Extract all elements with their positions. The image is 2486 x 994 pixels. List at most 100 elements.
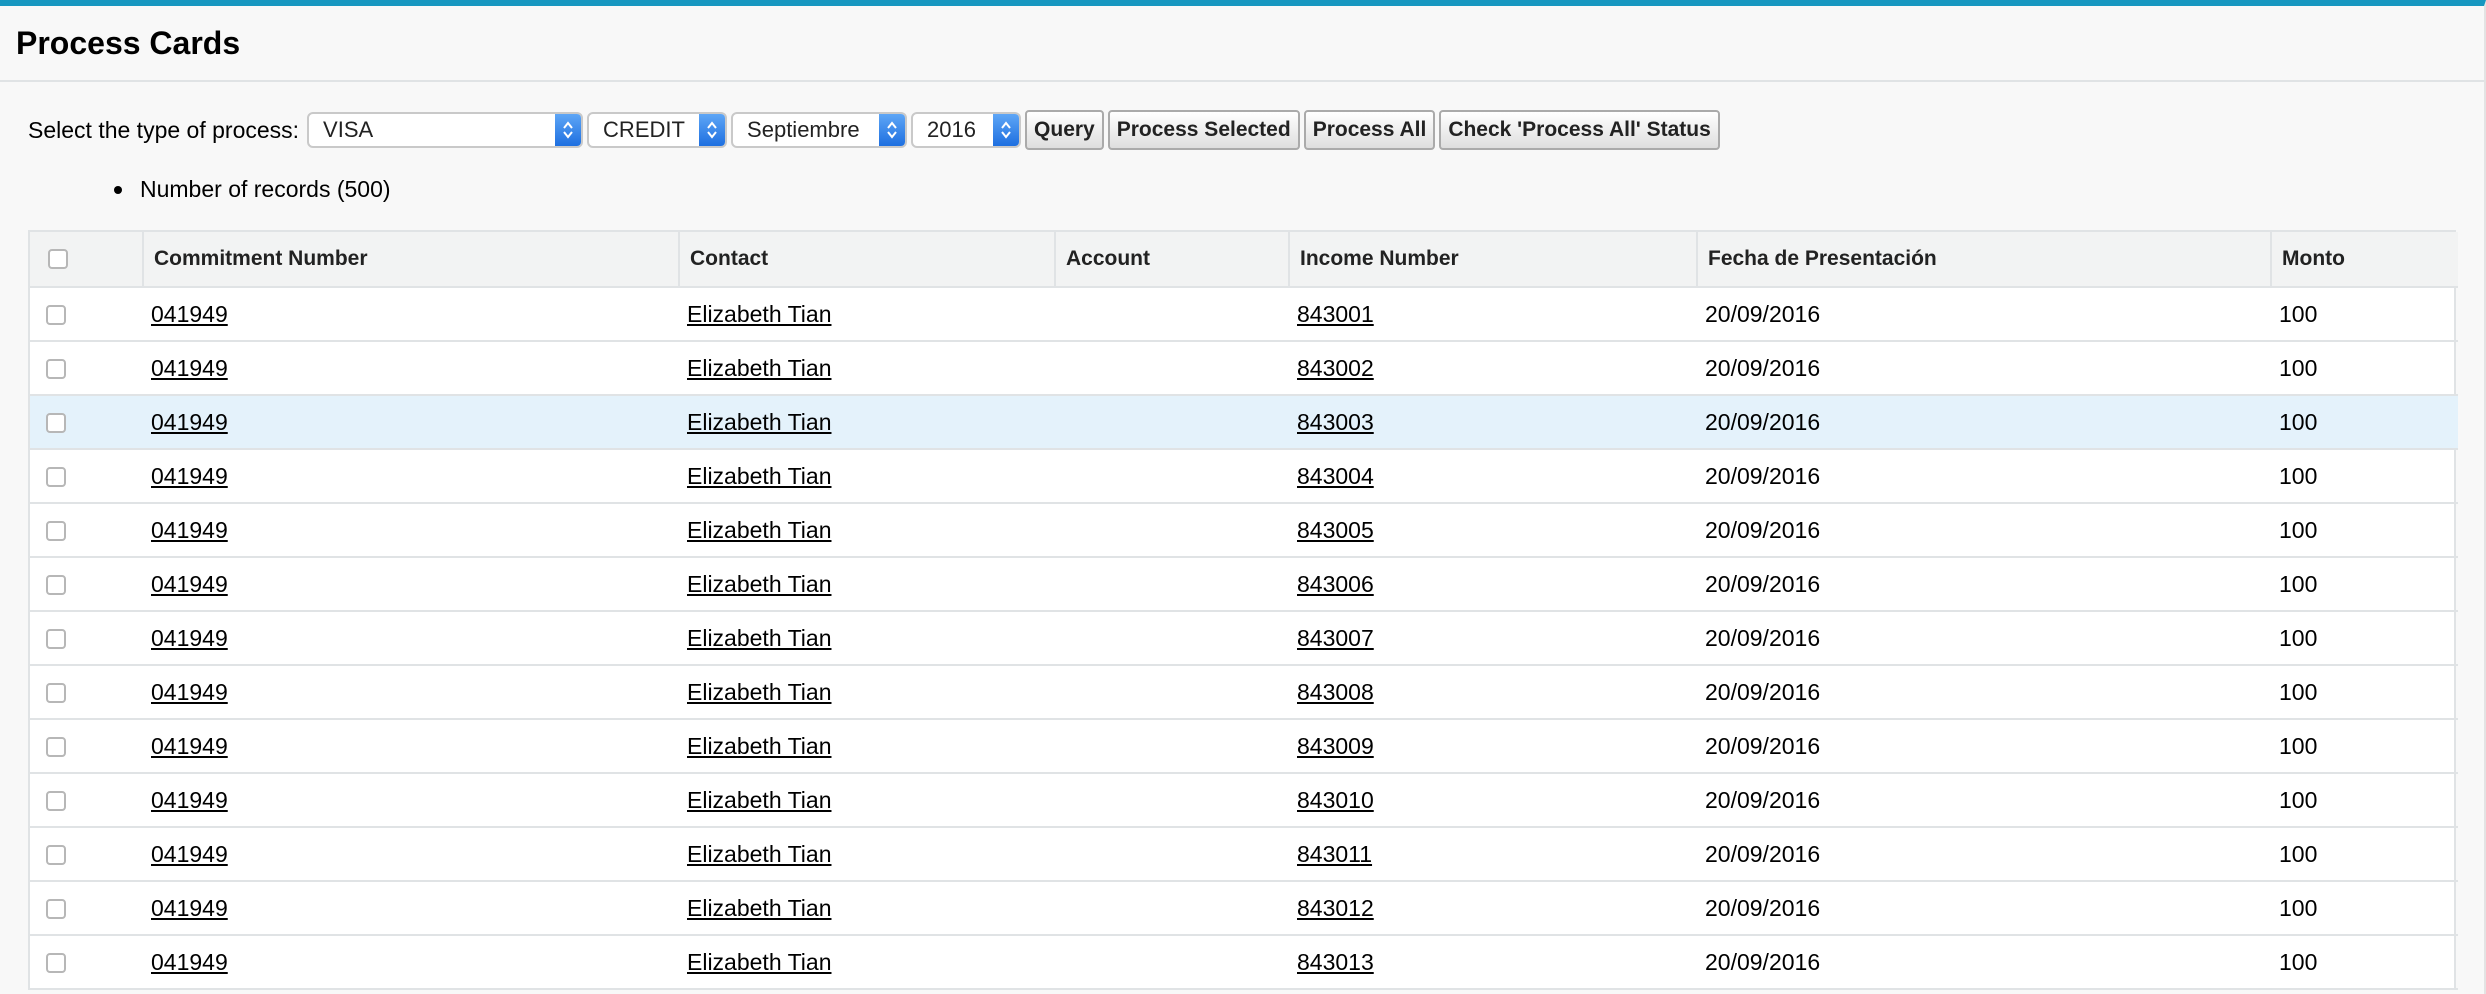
row-checkbox[interactable]	[46, 845, 66, 866]
commitment-cell: 041949	[143, 557, 679, 612]
monto-cell: 100	[2271, 503, 2458, 558]
row-checkbox[interactable]	[46, 953, 66, 974]
income-link[interactable]: 843002	[1297, 355, 1374, 381]
row-checkbox[interactable]	[46, 899, 66, 920]
row-checkbox[interactable]	[46, 575, 66, 596]
monto-cell: 100	[2271, 341, 2458, 396]
income-link[interactable]: 843011	[1297, 841, 1372, 867]
contact-link[interactable]: Elizabeth Tian	[687, 355, 831, 381]
commitment-link[interactable]: 041949	[151, 409, 228, 435]
income-link[interactable]: 843012	[1297, 895, 1374, 921]
commitment-link[interactable]: 041949	[151, 355, 228, 381]
account-cell	[1055, 665, 1289, 720]
income-link[interactable]: 843003	[1297, 409, 1374, 435]
income-link[interactable]: 843005	[1297, 517, 1374, 543]
row-checkbox[interactable]	[46, 791, 66, 812]
month-select[interactable]: Septiembre	[731, 112, 908, 148]
commitment-link[interactable]: 041949	[151, 841, 228, 867]
commitment-link[interactable]: 041949	[151, 517, 228, 543]
row-checkbox[interactable]	[46, 683, 66, 704]
income-cell: 843008	[1289, 665, 1697, 720]
income-link[interactable]: 843007	[1297, 625, 1374, 651]
row-select-cell	[30, 503, 143, 558]
commitment-link[interactable]: 041949	[151, 895, 228, 921]
income-cell: 843003	[1289, 395, 1697, 450]
monto-cell: 100	[2271, 287, 2458, 342]
income-link[interactable]: 843006	[1297, 571, 1374, 597]
commitment-link[interactable]: 041949	[151, 679, 228, 705]
row-checkbox[interactable]	[46, 305, 66, 326]
table-row: 041949 Elizabeth Tian 843005 20/09/2016 …	[30, 503, 2458, 558]
column-header-fecha[interactable]: Fecha de Presentación	[1697, 232, 2272, 288]
commitment-cell: 041949	[143, 665, 679, 720]
account-cell	[1055, 341, 1289, 396]
transaction-type-select[interactable]: CREDIT	[587, 112, 728, 148]
card-type-select[interactable]: VISA	[307, 112, 584, 148]
row-checkbox[interactable]	[46, 629, 66, 650]
contact-link[interactable]: Elizabeth Tian	[687, 625, 831, 651]
query-button[interactable]: Query	[1025, 110, 1104, 150]
column-header-monto[interactable]: Monto	[2271, 232, 2458, 288]
fecha-cell: 20/09/2016	[1697, 395, 2271, 450]
commitment-cell: 041949	[143, 773, 679, 828]
row-checkbox[interactable]	[46, 521, 66, 542]
contact-link[interactable]: Elizabeth Tian	[687, 463, 831, 489]
commitment-link[interactable]: 041949	[151, 949, 228, 975]
contact-link[interactable]: Elizabeth Tian	[687, 733, 831, 759]
table-row: 041949 Elizabeth Tian 843002 20/09/2016 …	[30, 341, 2458, 396]
commitment-link[interactable]: 041949	[151, 571, 228, 597]
records-count-label: Number of records (500)	[140, 176, 391, 202]
account-cell	[1055, 287, 1289, 342]
contact-link[interactable]: Elizabeth Tian	[687, 949, 831, 975]
row-checkbox[interactable]	[46, 467, 66, 488]
contact-link[interactable]: Elizabeth Tian	[687, 679, 831, 705]
commitment-link[interactable]: 041949	[151, 733, 228, 759]
account-cell	[1055, 395, 1289, 450]
row-select-cell	[30, 287, 143, 342]
check-status-button[interactable]: Check 'Process All' Status	[1439, 110, 1720, 150]
contact-cell: Elizabeth Tian	[679, 665, 1055, 720]
commitment-link[interactable]: 041949	[151, 625, 228, 651]
income-link[interactable]: 843008	[1297, 679, 1374, 705]
contact-link[interactable]: Elizabeth Tian	[687, 517, 831, 543]
commitment-link[interactable]: 041949	[151, 787, 228, 813]
contact-link[interactable]: Elizabeth Tian	[687, 787, 831, 813]
income-link[interactable]: 843001	[1297, 301, 1374, 327]
year-select[interactable]: 2016	[911, 112, 1022, 148]
commitment-link[interactable]: 041949	[151, 301, 228, 327]
select-all-checkbox[interactable]	[48, 249, 68, 270]
row-checkbox[interactable]	[46, 413, 66, 434]
contact-link[interactable]: Elizabeth Tian	[687, 301, 831, 327]
column-header-income[interactable]: Income Number	[1289, 232, 1698, 288]
column-header-commitment[interactable]: Commitment Number	[143, 232, 680, 288]
commitment-cell: 041949	[143, 503, 679, 558]
contact-link[interactable]: Elizabeth Tian	[687, 895, 831, 921]
income-link[interactable]: 843004	[1297, 463, 1374, 489]
row-checkbox[interactable]	[46, 737, 66, 758]
account-cell	[1055, 719, 1289, 774]
row-checkbox[interactable]	[46, 359, 66, 380]
year-value: 2016	[927, 117, 976, 142]
process-all-button[interactable]: Process All	[1303, 110, 1436, 150]
column-header-contact[interactable]: Contact	[679, 232, 1056, 288]
fecha-cell: 20/09/2016	[1697, 611, 2271, 666]
row-select-cell	[30, 719, 143, 774]
process-selected-button[interactable]: Process Selected	[1107, 110, 1300, 150]
monto-cell: 100	[2271, 827, 2458, 882]
contact-cell: Elizabeth Tian	[679, 827, 1055, 882]
select-all-header	[30, 232, 144, 288]
contact-link[interactable]: Elizabeth Tian	[687, 571, 831, 597]
contact-link[interactable]: Elizabeth Tian	[687, 409, 831, 435]
fecha-cell: 20/09/2016	[1697, 773, 2271, 828]
contact-link[interactable]: Elizabeth Tian	[687, 841, 831, 867]
commitment-cell: 041949	[143, 287, 679, 342]
column-header-account[interactable]: Account	[1055, 232, 1290, 288]
income-link[interactable]: 843013	[1297, 949, 1374, 975]
income-link[interactable]: 843009	[1297, 733, 1374, 759]
table-row: 041949 Elizabeth Tian 843009 20/09/2016 …	[30, 719, 2458, 774]
row-select-cell	[30, 557, 143, 612]
income-cell: 843013	[1289, 935, 1697, 990]
income-link[interactable]: 843010	[1297, 787, 1374, 813]
commitment-link[interactable]: 041949	[151, 463, 228, 489]
monto-cell: 100	[2271, 935, 2458, 990]
